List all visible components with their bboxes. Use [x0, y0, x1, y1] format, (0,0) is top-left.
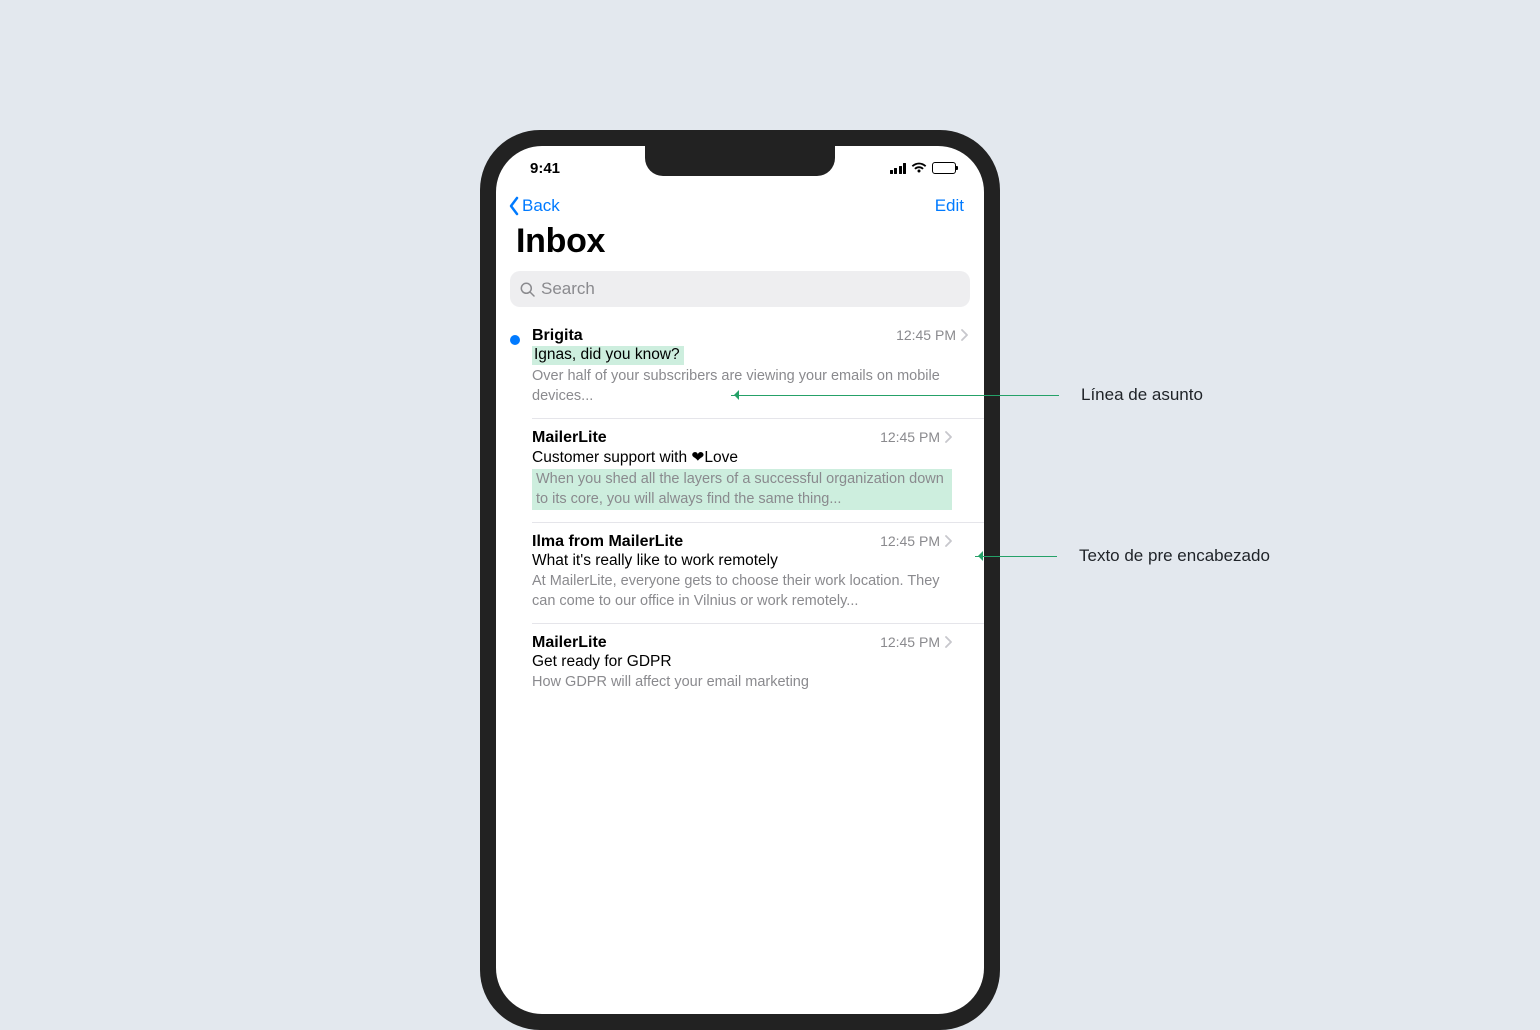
search-input[interactable]: Search [510, 271, 970, 307]
signal-icon [890, 163, 907, 174]
message-preview: When you shed all the layers of a succes… [532, 469, 952, 510]
phone-frame: 9:41 Back Edit Inbox Search Brigita 12:45… [480, 130, 1000, 1030]
message-item[interactable]: MailerLite 12:45 PM Get ready for GDPR How … [532, 623, 984, 705]
message-item[interactable]: MailerLite 12:45 PM Customer support with … [532, 418, 984, 522]
annotation-label: Texto de pre encabezado [1079, 546, 1270, 566]
chevron-right-icon [944, 431, 952, 443]
message-sender: MailerLite [532, 429, 607, 447]
annotation-arrow [731, 395, 1059, 396]
message-time: 12:45 PM [880, 533, 940, 549]
message-subject: Get ready for GDPR [532, 653, 672, 671]
message-sender: Ilma from MailerLite [532, 533, 683, 551]
nav-bar: Back Edit [496, 190, 984, 220]
status-indicators [890, 162, 957, 174]
wifi-icon [911, 162, 927, 174]
message-time: 12:45 PM [880, 429, 940, 445]
chevron-right-icon [944, 636, 952, 648]
back-button[interactable]: Back [508, 196, 560, 216]
message-item[interactable]: Ilma from MailerLite 12:45 PM What it's re… [532, 522, 984, 623]
message-subject: Ignas, did you know? [532, 346, 684, 365]
search-icon [520, 282, 535, 297]
phone-screen: 9:41 Back Edit Inbox Search Brigita 12:45… [496, 146, 984, 1014]
chevron-left-icon [508, 196, 520, 216]
message-sender: MailerLite [532, 634, 607, 652]
chevron-right-icon [960, 329, 968, 341]
message-subject: Customer support with ❤Love [532, 448, 738, 467]
search-placeholder: Search [541, 279, 595, 299]
message-preview: How GDPR will affect your email marketin… [532, 673, 952, 693]
unread-dot-icon [510, 335, 520, 345]
battery-icon [932, 162, 956, 174]
title-area: Inbox [496, 220, 984, 271]
status-time: 9:41 [530, 160, 560, 177]
edit-button[interactable]: Edit [935, 196, 964, 216]
message-list: Brigita12:45 PMIgnas, did you know?Over … [496, 317, 984, 705]
page-title: Inbox [516, 222, 964, 261]
chevron-right-icon [944, 535, 952, 547]
annotation-arrow [975, 556, 1057, 557]
message-time: 12:45 PM [880, 634, 940, 650]
phone-notch [645, 146, 835, 176]
message-time: 12:45 PM [896, 327, 956, 343]
annotation-subject-line: Línea de asunto [731, 385, 1203, 405]
back-label: Back [522, 196, 560, 216]
message-subject: What it's really like to work remotely [532, 552, 778, 570]
message-sender: Brigita [532, 327, 583, 345]
annotation-label: Línea de asunto [1081, 385, 1203, 405]
annotation-preheader-text: Texto de pre encabezado [975, 546, 1270, 566]
message-preview: At MailerLite, everyone gets to choose t… [532, 572, 952, 611]
